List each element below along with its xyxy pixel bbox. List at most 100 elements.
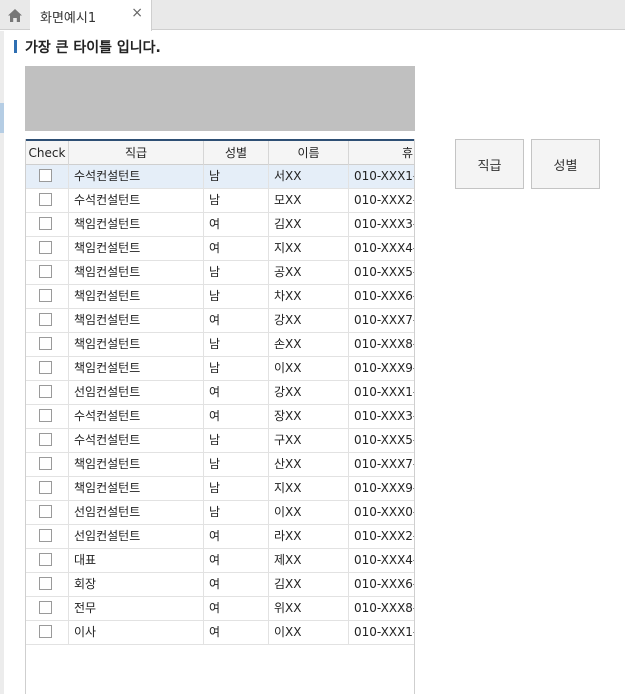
row-checkbox[interactable]: [39, 409, 52, 422]
table-row[interactable]: 책임컨설턴트 남 차XX 010-XXX6-: [26, 285, 414, 309]
column-header-rank[interactable]: 직급: [69, 141, 204, 165]
row-checkbox[interactable]: [39, 433, 52, 446]
left-strip: [0, 31, 4, 694]
gender-cell: 남: [204, 189, 269, 212]
row-checkbox[interactable]: [39, 289, 52, 302]
table-row[interactable]: 대표 여 제XX 010-XXX4-: [26, 549, 415, 573]
rank-cell: 책임컨설턴트: [69, 357, 204, 380]
column-header-check[interactable]: Check: [26, 141, 69, 165]
check-cell: [26, 477, 69, 500]
table-row[interactable]: 수석컨설턴트 남 서XX 010-XXX1-: [26, 165, 415, 189]
gender-cell: 여: [204, 525, 269, 548]
table-row[interactable]: 책임컨설턴트 남 지XX 010-XXX9-: [26, 477, 414, 501]
phone-cell: 010-XXX3-: [354, 409, 415, 423]
gender-button[interactable]: 성별: [531, 139, 600, 189]
gender-cell: 남: [204, 261, 269, 284]
row-checkbox[interactable]: [39, 217, 52, 230]
table-row[interactable]: 수석컨설턴트 남 구XX 010-XXX5-: [26, 429, 415, 453]
gender-cell: 여: [204, 213, 269, 236]
table-row[interactable]: 수석컨설턴트 남 모XX 010-XXX2-: [26, 189, 414, 213]
phone-cell: 010-XXX4-: [354, 241, 415, 255]
row-checkbox[interactable]: [39, 265, 52, 278]
row-checkbox[interactable]: [39, 577, 52, 590]
check-cell: [26, 381, 69, 404]
column-header-gender[interactable]: 성별: [204, 141, 269, 165]
check-cell: [26, 597, 69, 620]
phone-cell: 010-XXX5-: [354, 433, 415, 447]
rank-cell: 책임컨설턴트: [69, 237, 204, 260]
row-checkbox[interactable]: [39, 193, 52, 206]
name-cell: 공XX: [269, 261, 349, 284]
column-header-name[interactable]: 이름: [269, 141, 349, 165]
rank-cell: 수석컨설턴트: [69, 405, 204, 428]
rank-cell: 수석컨설턴트: [69, 429, 204, 452]
check-cell: [26, 357, 69, 380]
row-checkbox[interactable]: [39, 553, 52, 566]
check-cell: [26, 549, 69, 572]
table-row[interactable]: 수석컨설턴트 여 장XX 010-XXX3-: [26, 405, 415, 429]
grid-header: Check 직급 성별 이름 휴: [26, 139, 414, 165]
check-cell: [26, 453, 69, 476]
table-row[interactable]: 선임컨설턴트 여 강XX 010-XXX1-: [26, 381, 415, 405]
rank-button[interactable]: 직급: [455, 139, 524, 189]
name-cell: 지XX: [269, 237, 349, 260]
row-checkbox[interactable]: [39, 481, 52, 494]
rank-cell: 전무: [69, 597, 204, 620]
rank-cell: 선임컨설턴트: [69, 381, 204, 404]
row-checkbox[interactable]: [39, 241, 52, 254]
home-button[interactable]: [0, 0, 30, 30]
row-checkbox[interactable]: [39, 457, 52, 470]
table-row[interactable]: 책임컨설턴트 남 공XX 010-XXX5-: [26, 261, 414, 285]
gender-cell: 남: [204, 453, 269, 476]
rank-cell: 책임컨설턴트: [69, 285, 204, 308]
rank-cell: 책임컨설턴트: [69, 453, 204, 476]
row-checkbox[interactable]: [39, 529, 52, 542]
phone-cell: 010-XXX6-: [354, 577, 415, 591]
gender-cell: 남: [204, 285, 269, 308]
row-checkbox[interactable]: [39, 625, 52, 638]
table-row[interactable]: 책임컨설턴트 여 강XX 010-XXX7-: [26, 309, 414, 333]
check-cell: [26, 405, 69, 428]
gender-cell: 남: [204, 165, 269, 188]
name-cell: 라XX: [269, 525, 349, 548]
row-checkbox[interactable]: [39, 601, 52, 614]
table-row[interactable]: 전무 여 위XX 010-XXX8-: [26, 597, 414, 621]
table-row[interactable]: 책임컨설턴트 남 산XX 010-XXX7-: [26, 453, 414, 477]
check-cell: [26, 237, 69, 260]
table-row[interactable]: 선임컨설턴트 여 라XX 010-XXX2-: [26, 525, 414, 549]
name-cell: 김XX: [269, 213, 349, 236]
name-cell: 강XX: [269, 381, 349, 404]
phone-cell: 010-XXX1-: [354, 169, 415, 183]
table-row[interactable]: 이사 여 이XX 010-XXX1-: [26, 621, 414, 645]
gender-cell: 여: [204, 237, 269, 260]
phone-cell: 010-XXX4-: [354, 553, 415, 567]
gender-cell: 여: [204, 381, 269, 404]
close-icon[interactable]: ×: [131, 5, 143, 21]
rank-cell: 수석컨설턴트: [69, 189, 204, 212]
rank-cell: 회장: [69, 573, 204, 596]
row-checkbox[interactable]: [39, 385, 52, 398]
row-checkbox[interactable]: [39, 337, 52, 350]
row-checkbox[interactable]: [39, 361, 52, 374]
phone-cell: 010-XXX9-: [354, 361, 415, 375]
table-row[interactable]: 책임컨설턴트 남 손XX 010-XXX8-: [26, 333, 414, 357]
table-row[interactable]: 책임컨설턴트 여 김XX 010-XXX3-: [26, 213, 414, 237]
name-cell: 이XX: [269, 357, 349, 380]
row-checkbox[interactable]: [39, 505, 52, 518]
gender-cell: 여: [204, 597, 269, 620]
table-row[interactable]: 회장 여 김XX 010-XXX6-: [26, 573, 415, 597]
phone-cell: 010-XXX1-: [354, 385, 415, 399]
table-row[interactable]: 책임컨설턴트 남 이XX 010-XXX9-: [26, 357, 415, 381]
rank-cell: 이사: [69, 621, 204, 644]
column-header-phone[interactable]: 휴: [349, 141, 414, 165]
table-row[interactable]: 선임컨설턴트 남 이XX 010-XXX0-: [26, 501, 415, 525]
tab-screen-example-1[interactable]: 화면예시1 ×: [30, 0, 152, 31]
table-row[interactable]: 책임컨설턴트 여 지XX 010-XXX4-: [26, 237, 415, 261]
name-cell: 서XX: [269, 165, 349, 188]
row-checkbox[interactable]: [39, 169, 52, 182]
gender-cell: 남: [204, 429, 269, 452]
phone-cell: 010-XXX0-: [354, 505, 415, 519]
row-checkbox[interactable]: [39, 313, 52, 326]
home-icon: [8, 8, 22, 22]
name-cell: 차XX: [269, 285, 349, 308]
